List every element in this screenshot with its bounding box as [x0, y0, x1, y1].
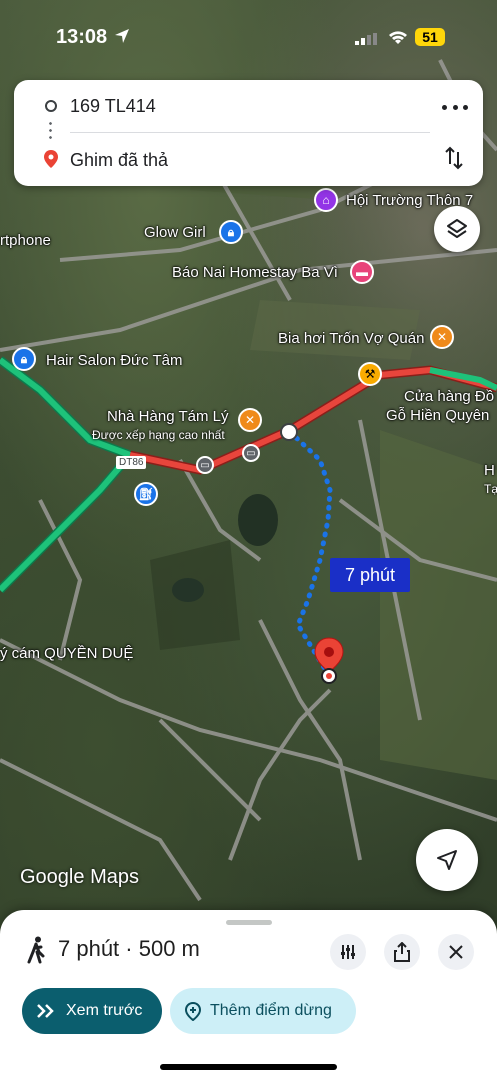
construction-icon[interactable]: ⚒ — [358, 362, 382, 386]
hotel-icon[interactable]: ▬ — [350, 260, 374, 284]
shopping-bag-icon[interactable]: 🔒︎ — [12, 347, 36, 371]
layers-button[interactable] — [434, 206, 480, 252]
poi-label-hair-salon[interactable]: Hair Salon Đức Tâm — [46, 352, 182, 369]
google-maps-logo: Google Maps — [20, 866, 139, 889]
home-indicator — [160, 1064, 337, 1070]
layers-icon — [447, 219, 467, 238]
origin-field[interactable]: 169 TL414 — [70, 96, 156, 117]
poi-label-cua-hang-2[interactable]: Gỗ Hiền Quyên — [386, 407, 489, 424]
navigation-arrow-icon — [437, 850, 457, 870]
close-icon — [449, 945, 463, 959]
more-options-icon[interactable] — [442, 96, 468, 118]
destination-field[interactable]: Ghim đã thả — [70, 150, 168, 171]
gas-station-icon[interactable]: ⛽︎ — [134, 482, 158, 506]
origin-circle-icon — [45, 100, 57, 112]
route-dots-icon — [49, 120, 52, 142]
cellular-signal-icon — [355, 33, 377, 45]
logo-google-text: Google — [20, 866, 85, 888]
status-time: 13:08 — [56, 26, 108, 48]
restaurant-icon[interactable]: ✕ — [238, 408, 262, 432]
poi-label-quyen-due[interactable]: ý cám QUYỀN DUỆ — [0, 645, 133, 662]
bus-stop-icon[interactable]: ▭ — [242, 444, 260, 462]
swap-icon[interactable] — [444, 146, 464, 170]
share-icon — [394, 942, 410, 962]
wifi-icon — [389, 31, 407, 44]
route-options-button[interactable] — [330, 934, 366, 970]
duration-bubble[interactable]: 7 phút — [330, 558, 410, 592]
poi-label-right-h: H — [484, 462, 495, 479]
hall-icon[interactable]: ⌂ — [314, 188, 338, 212]
poi-label-nha-hang[interactable]: Nhà Hàng Tám Lý — [107, 408, 228, 425]
preview-button[interactable]: Xem trước — [22, 988, 162, 1034]
route-card: 169 TL414 Ghim đã thả — [14, 80, 483, 186]
location-arrow-icon — [115, 29, 129, 43]
restaurant-icon[interactable]: ✕ — [430, 325, 454, 349]
status-bar: 13:08 51 — [0, 0, 497, 74]
road-shield-dt86: DT86 — [116, 456, 147, 469]
add-stop-label: Thêm điểm dừng — [210, 1002, 332, 1019]
destination-pin-icon — [44, 150, 58, 168]
add-stop-button[interactable]: Thêm điểm dừng — [170, 988, 356, 1034]
logo-maps-text: Maps — [90, 866, 139, 888]
double-chevron-right-icon — [37, 1004, 54, 1018]
tune-icon — [341, 945, 355, 959]
poi-label-right-ta: Tạ — [484, 482, 497, 496]
poi-label-glow-girl[interactable]: Glow Girl — [144, 224, 206, 241]
dropped-pin-icon[interactable] — [312, 636, 346, 686]
share-button[interactable] — [384, 934, 420, 970]
route-summary: 7 phút · 500 m — [58, 936, 200, 961]
poi-label-smartphone[interactable]: rtphone — [0, 232, 51, 249]
poi-label-bia-hoi[interactable]: Bia hơi Trốn Vợ Quán — [278, 330, 424, 347]
battery-indicator: 51 — [415, 28, 445, 46]
poi-label-cua-hang-1[interactable]: Cửa hàng Đồ — [404, 388, 494, 405]
close-button[interactable] — [438, 934, 474, 970]
shopping-bag-icon[interactable]: 🔒︎ — [219, 220, 243, 244]
directions-sheet: 7 phút · 500 m Xem trước Thêm điểm dừng — [0, 910, 497, 1080]
route-divider — [70, 132, 430, 133]
add-location-icon — [184, 1001, 202, 1021]
bus-stop-icon[interactable]: ▭ — [196, 456, 214, 474]
navigate-button[interactable] — [416, 829, 478, 891]
walking-icon — [27, 936, 45, 964]
sheet-drag-handle[interactable] — [226, 920, 272, 925]
poi-label-bao-nai[interactable]: Báo Nai Homestay Ba Vì — [172, 264, 338, 281]
poi-sub-nha-hang: Được xếp hạng cao nhất — [92, 428, 225, 442]
preview-label: Xem trước — [66, 1002, 143, 1019]
